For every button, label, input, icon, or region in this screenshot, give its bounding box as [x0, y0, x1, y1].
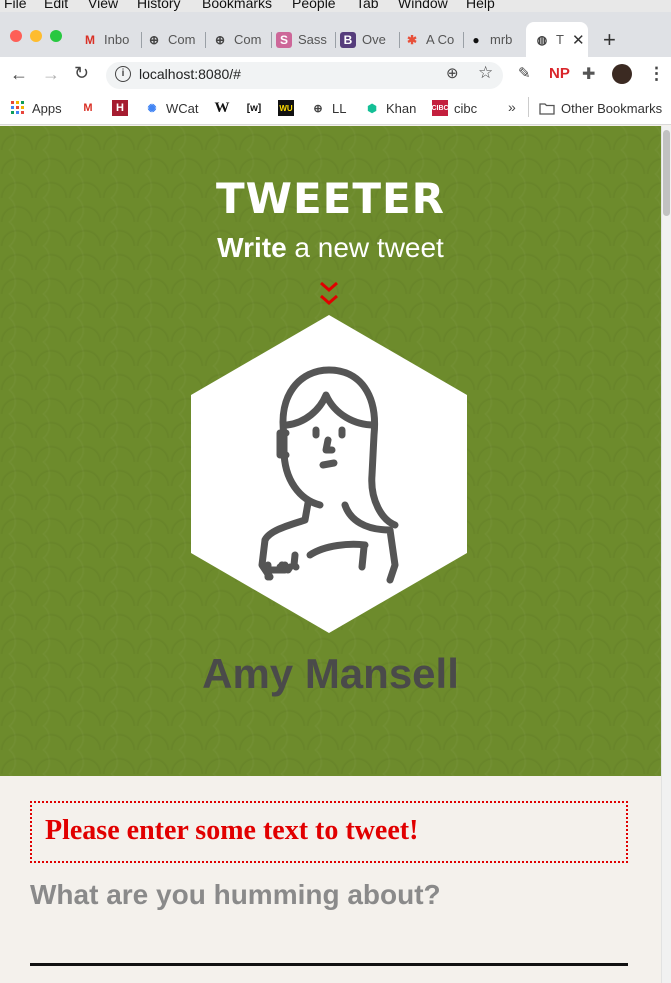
tab-a-co[interactable]: ✱ A Co	[404, 22, 464, 57]
new-tab-button[interactable]: +	[603, 27, 616, 53]
back-arrow-icon[interactable]: ←	[10, 64, 28, 85]
tab-com-1[interactable]: ⊕ Com	[146, 22, 206, 57]
compose-subtitle: Write a new tweet	[0, 232, 661, 264]
globe-icon: ◍	[536, 32, 548, 47]
bookmark-label: Other Bookmarks	[561, 100, 663, 116]
brand-title: TWEETER	[215, 174, 446, 223]
tab-label: Sass	[298, 32, 327, 47]
close-tab-icon[interactable]: ✕	[572, 31, 585, 49]
tab-sass[interactable]: S Sass	[276, 22, 336, 57]
bookmark-other-bookmarks[interactable]: Other Bookmarks	[539, 99, 662, 117]
bookmarks-divider	[528, 97, 529, 117]
tab-label: Com	[168, 32, 196, 47]
avatar	[191, 315, 467, 633]
apps-grid-icon	[10, 100, 26, 116]
wiktionary-icon: [w]	[246, 102, 262, 114]
bookmark-apps[interactable]: Apps	[10, 99, 62, 117]
tab-com-2[interactable]: ⊕ Com	[212, 22, 272, 57]
tab-github[interactable]: ● mrb	[468, 22, 524, 57]
np-extension-icon[interactable]: NP	[549, 65, 570, 82]
gmail-icon: M	[83, 102, 93, 114]
browser-menu-icon[interactable]: ⋮	[648, 64, 665, 84]
scrollbar-thumb[interactable]	[663, 130, 670, 216]
bookmark-gmail[interactable]: M	[80, 99, 102, 117]
wikipedia-icon: W	[214, 99, 230, 116]
menu-people[interactable]: People	[292, 0, 336, 11]
folder-icon	[539, 100, 555, 116]
info-icon[interactable]: i	[115, 66, 131, 82]
menu-bookmarks[interactable]: Bookmarks	[202, 0, 272, 11]
menu-tab[interactable]: Tab	[356, 0, 379, 11]
cibc-icon: CIBC	[431, 100, 449, 116]
bookmark-label: Apps	[32, 100, 62, 116]
eyedropper-icon[interactable]: ✎	[518, 64, 531, 82]
minimize-window-button[interactable]	[30, 30, 42, 42]
tab-label: Com	[234, 32, 262, 47]
bookmark-label: LL	[332, 100, 347, 116]
bookmark-cibc[interactable]: CIBC cibc	[431, 99, 478, 117]
menu-file[interactable]: File	[4, 0, 27, 11]
khan-icon: ⬢	[367, 102, 377, 115]
github-icon: ●	[472, 32, 480, 47]
extensions-puzzle-icon[interactable]: ✚	[582, 64, 595, 84]
bookmark-western-union[interactable]: WU	[278, 99, 300, 117]
bookmark-wcat[interactable]: ✺ WCat	[144, 99, 199, 117]
globe-plus-icon: ⊕	[214, 32, 226, 47]
gmail-icon: M	[85, 32, 95, 47]
bootstrap-icon: B	[340, 31, 356, 48]
bookmark-ll[interactable]: ⊕ LL	[310, 99, 346, 117]
tab-label: A Co	[426, 32, 455, 47]
menu-history[interactable]: History	[137, 0, 181, 11]
subtitle-bold: Write	[217, 232, 287, 263]
bookmark-wikipedia[interactable]: W	[214, 99, 236, 117]
tab-tweeter-active[interactable]: ◍ T ✕	[526, 22, 588, 57]
user-name: Amy Mansell	[202, 650, 459, 697]
error-message: Please enter some text to tweet!	[45, 815, 419, 846]
tab-label: Ove	[362, 32, 386, 47]
reload-icon[interactable]: ↻	[74, 63, 89, 84]
close-window-button[interactable]	[10, 30, 22, 42]
profile-avatar[interactable]	[612, 64, 632, 84]
tab-label: mrb	[490, 32, 513, 47]
tab-label: T	[556, 32, 564, 47]
double-chevron-down-icon[interactable]	[318, 280, 340, 308]
menu-window[interactable]: Window	[398, 0, 448, 11]
bookmark-wiktionary[interactable]: [w]	[246, 99, 268, 117]
forward-arrow-icon[interactable]: →	[42, 64, 60, 85]
worldcat-icon: ✺	[147, 102, 157, 115]
zoom-window-button[interactable]	[50, 30, 62, 42]
asterisk-icon: ✱	[406, 32, 418, 47]
tab-gmail[interactable]: M Inbo	[82, 22, 142, 57]
subtitle-rest: a new tweet	[286, 232, 444, 263]
composer-underline	[30, 963, 628, 966]
mac-menu-bar: File Edit View History Bookmarks People …	[0, 0, 671, 12]
tab-bootstrap[interactable]: B Ove	[340, 22, 400, 57]
bookmark-star-icon[interactable]: ☆	[478, 63, 493, 83]
menu-view[interactable]: View	[88, 0, 118, 11]
globe-plus-icon: ⊕	[313, 102, 323, 115]
sass-icon: S	[276, 31, 292, 48]
globe-plus-icon: ⊕	[148, 32, 160, 47]
bookmark-label: WCat	[166, 100, 199, 116]
bookmark-label: cibc	[454, 100, 478, 116]
bookmark-label: Khan	[386, 100, 417, 116]
tab-label: Inbo	[104, 32, 130, 47]
url-text[interactable]: localhost:8080/#	[139, 66, 241, 82]
bookmark-khan[interactable]: ⬢ Khan	[364, 99, 416, 117]
tweet-composer-input[interactable]	[30, 875, 630, 915]
bookmark-harvard[interactable]: H	[112, 99, 134, 117]
zoom-icon[interactable]: ⊕	[446, 64, 459, 82]
western-union-icon: WU	[278, 100, 294, 116]
harvard-icon: H	[112, 100, 128, 116]
more-bookmarks-chevron-icon[interactable]: »	[508, 99, 516, 115]
page-scrollbar[interactable]	[661, 126, 671, 983]
menu-help[interactable]: Help	[466, 0, 495, 11]
menu-edit[interactable]: Edit	[44, 0, 68, 11]
